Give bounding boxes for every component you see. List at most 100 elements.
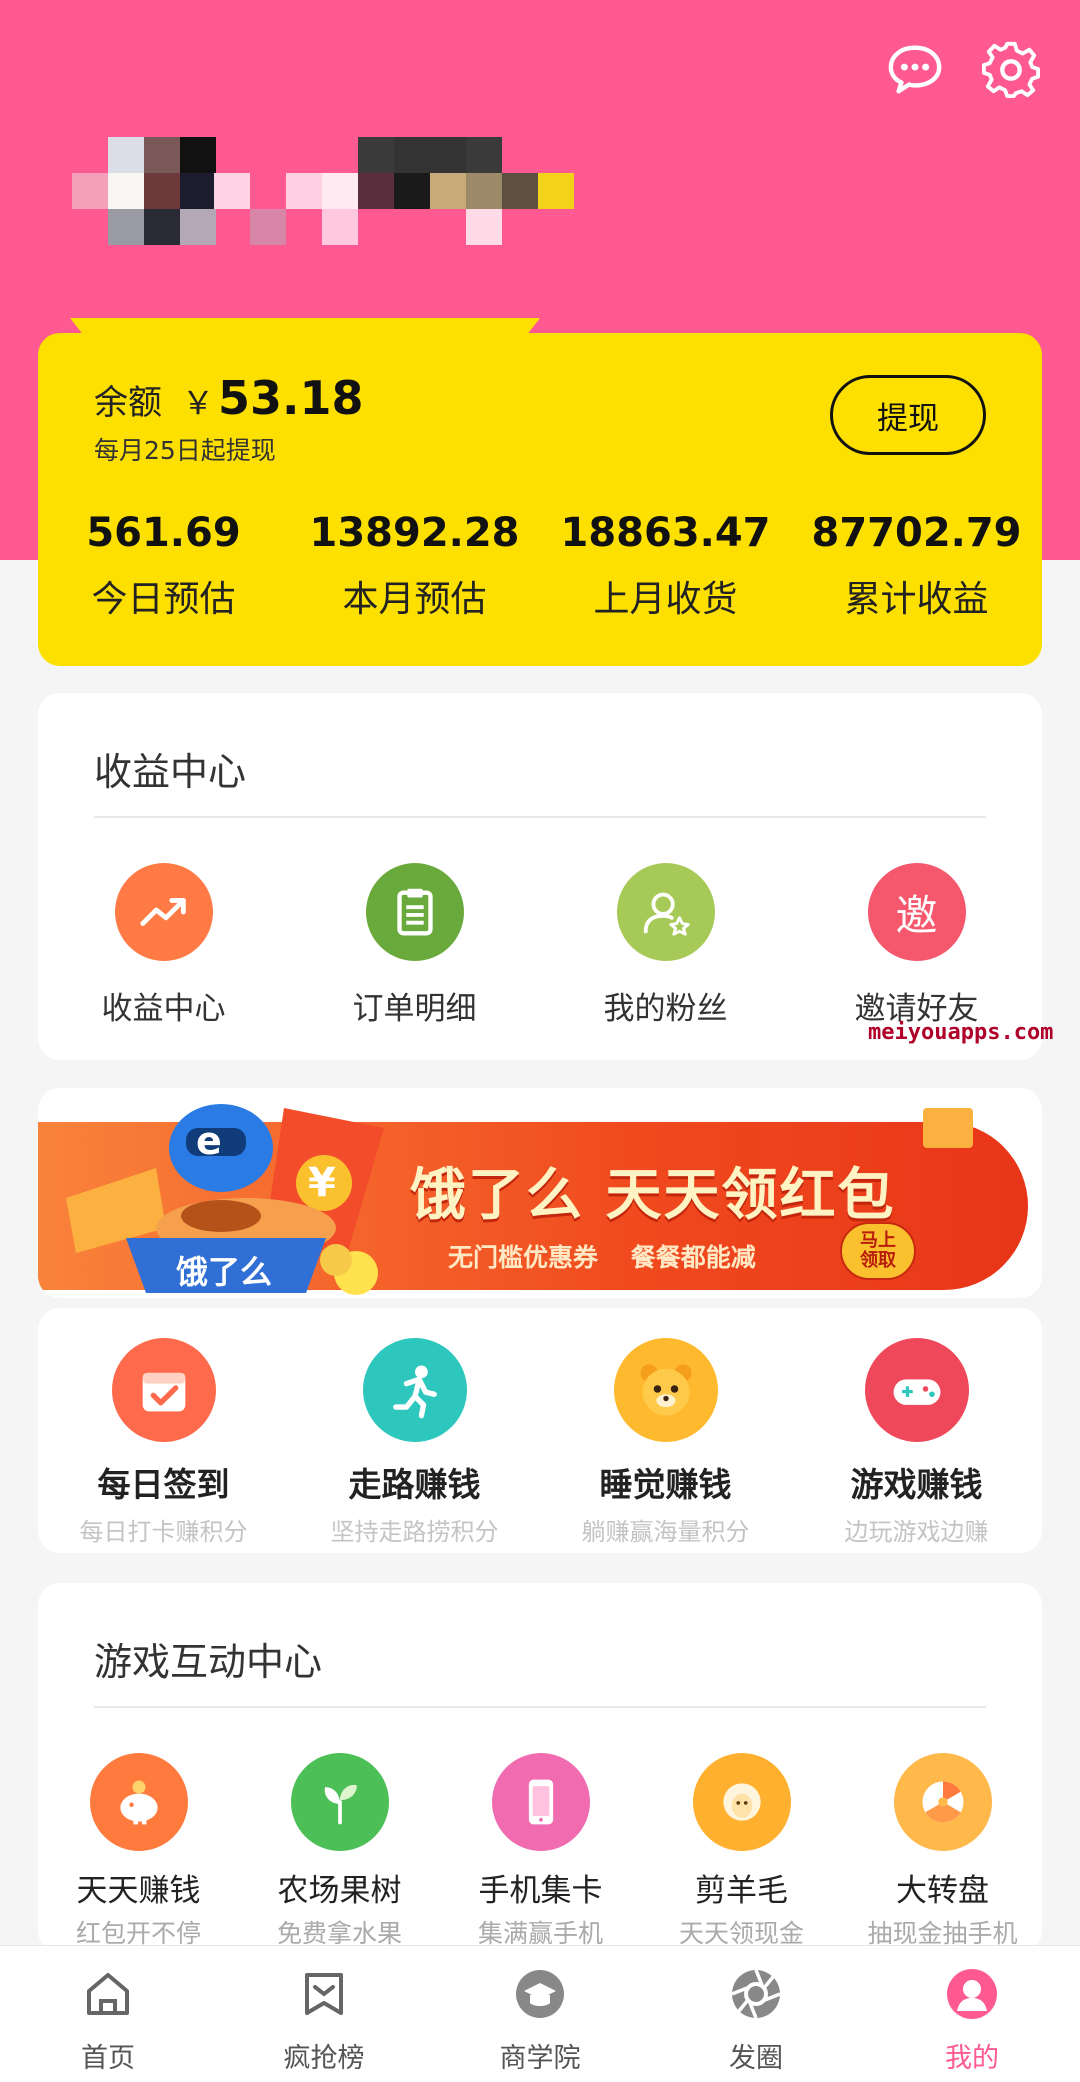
task-title: 走路赚钱 — [348, 1465, 481, 1504]
graduation-cap-icon — [510, 1964, 570, 2024]
promo-banner[interactable]: e 饿了么 ¥ 饿了么 天天领红包 无门槛优惠券 餐餐都能减 马上 领取 — [38, 1088, 1042, 1298]
farm-tree-game[interactable]: 农场果树 免费拿水果 — [239, 1753, 440, 1950]
trend-up-icon — [114, 863, 213, 961]
tab-label: 商学院 — [499, 2043, 581, 2074]
game-title: 天天赚钱 — [76, 1873, 201, 1909]
shear-sheep-game[interactable]: 剪羊毛 天天领现金 — [641, 1753, 842, 1950]
stat-this-month[interactable]: 13892.28 本月预估 — [289, 510, 540, 622]
sleep-earn-task[interactable]: 睡觉赚钱 躺赚赢海量积分 — [540, 1338, 791, 1547]
task-subtitle: 坚持走路捞积分 — [330, 1518, 499, 1546]
withdraw-button[interactable]: 提现 — [830, 375, 986, 455]
red-envelope-icon — [923, 1108, 973, 1148]
game-center-card: 游戏互动中心 天天赚钱 红包开不停 农场果树 免费拿水果 手机集卡 集满赢手机 … — [38, 1583, 1042, 1953]
section-title: 游戏互动中心 — [94, 1640, 323, 1684]
gamepad-icon — [864, 1338, 969, 1442]
currency-symbol: ￥ — [182, 384, 215, 422]
phone-card-game[interactable]: 手机集卡 集满赢手机 — [440, 1753, 641, 1950]
stat-label: 本月预估 — [342, 579, 487, 620]
game-title: 手机集卡 — [478, 1873, 603, 1909]
sheep-icon — [692, 1753, 791, 1851]
balance-label: 余额 — [94, 383, 162, 423]
invite-icon: 邀 — [867, 863, 966, 961]
balance-value: 53.18 — [218, 371, 364, 425]
home-icon — [78, 1964, 138, 2024]
walk-earn-task[interactable]: 走路赚钱 坚持走路捞积分 — [289, 1338, 540, 1547]
prize-wheel-game[interactable]: 大转盘 抽现金抽手机 — [842, 1753, 1043, 1950]
running-icon — [362, 1338, 467, 1442]
item-label: 订单明细 — [352, 991, 477, 1027]
task-subtitle: 边玩游戏边赚 — [844, 1518, 989, 1546]
username-censored — [214, 137, 574, 245]
stat-label: 今日预估 — [91, 579, 236, 620]
my-fans-item[interactable]: 我的粉丝 — [540, 863, 791, 1028]
avatar[interactable] — [72, 137, 216, 245]
divider — [94, 816, 986, 818]
game-title: 剪羊毛 — [695, 1873, 788, 1909]
tab-label: 疯抢榜 — [283, 2043, 365, 2074]
camera-aperture-icon — [726, 1964, 786, 2024]
tab-home[interactable]: 首页 — [0, 1946, 216, 2082]
invite-glyph: 邀 — [895, 890, 938, 940]
banner-logo-text: 饿了么 — [176, 1253, 272, 1291]
item-label: 收益中心 — [101, 991, 226, 1027]
earn-tasks-card: 每日签到 每日打卡赚积分 走路赚钱 坚持走路捞积分 睡觉赚钱 躺赚赢海量积分 游… — [38, 1308, 1042, 1553]
tab-academy[interactable]: 商学院 — [432, 1946, 648, 2082]
item-label: 我的粉丝 — [603, 991, 728, 1027]
task-title: 每日签到 — [97, 1465, 230, 1504]
section-title: 收益中心 — [94, 750, 247, 794]
banner-subtitle: 无门槛优惠券 餐餐都能减 — [448, 1243, 756, 1272]
stat-label: 上月收货 — [593, 579, 738, 620]
stat-value: 561.69 — [86, 510, 241, 556]
tab-ranking[interactable]: 疯抢榜 — [216, 1946, 432, 2082]
order-details-item[interactable]: 订单明细 — [289, 863, 540, 1028]
stat-last-month[interactable]: 18863.47 上月收货 — [540, 510, 791, 622]
ranking-flag-icon — [294, 1964, 354, 2024]
calendar-check-icon — [111, 1338, 216, 1442]
tab-profile[interactable]: 我的 — [864, 1946, 1080, 2082]
withdraw-note: 每月25日起提现 — [94, 436, 276, 465]
banner-logo-letter: e — [196, 1119, 222, 1163]
task-subtitle: 躺赚赢海量积分 — [581, 1518, 750, 1546]
tab-moments[interactable]: 发圈 — [648, 1946, 864, 2082]
stat-value: 13892.28 — [309, 510, 520, 556]
user-star-icon — [616, 863, 715, 961]
bottom-tab-bar: 首页 疯抢榜 商学院 发圈 我的 — [0, 1945, 1080, 2082]
stat-value: 87702.79 — [811, 510, 1022, 556]
svg-text:¥: ¥ — [308, 1160, 336, 1206]
sprout-icon — [290, 1753, 389, 1851]
prize-wheel-icon — [893, 1753, 992, 1851]
task-title: 游戏赚钱 — [850, 1465, 983, 1504]
tab-label: 首页 — [81, 2043, 135, 2074]
earnings-stats: 561.69 今日预估 13892.28 本月预估 18863.47 上月收货 … — [38, 510, 1042, 622]
profile-icon — [942, 1964, 1002, 2024]
watermark: meiyouapps.com — [868, 1020, 1054, 1045]
earnings-center-item[interactable]: 收益中心 — [38, 863, 289, 1028]
invite-friends-item[interactable]: 邀 邀请好友 — [791, 863, 1042, 1028]
divider — [94, 1706, 986, 1708]
stat-label: 累计收益 — [844, 579, 989, 620]
clipboard-icon — [365, 863, 464, 961]
game-title: 农场果树 — [277, 1873, 402, 1909]
banner-illustration: e 饿了么 ¥ — [66, 1104, 384, 1295]
task-subtitle: 每日打卡赚积分 — [79, 1518, 248, 1546]
daily-earn-game[interactable]: 天天赚钱 红包开不停 — [38, 1753, 239, 1950]
stat-total[interactable]: 87702.79 累计收益 — [791, 510, 1042, 622]
stat-today[interactable]: 561.69 今日预估 — [38, 510, 289, 622]
claim-now-button[interactable]: 马上 领取 — [840, 1222, 916, 1280]
gear-icon[interactable] — [980, 38, 1042, 100]
daily-checkin-task[interactable]: 每日签到 每日打卡赚积分 — [38, 1338, 289, 1547]
task-title: 睡觉赚钱 — [599, 1465, 732, 1504]
chat-bubble-icon[interactable] — [884, 38, 946, 100]
earnings-center-card: 收益中心 收益中心 订单明细 我的粉丝 邀 邀请好友 — [38, 693, 1042, 1060]
tab-label: 发圈 — [729, 2043, 783, 2074]
claim-line-2: 领取 — [860, 1250, 896, 1271]
game-earn-task[interactable]: 游戏赚钱 边玩游戏边赚 — [791, 1338, 1042, 1547]
phone-card-icon — [491, 1753, 590, 1851]
banner-title: 饿了么 天天领红包 — [410, 1163, 896, 1228]
stat-value: 18863.47 — [560, 510, 771, 556]
game-title: 大转盘 — [896, 1873, 989, 1909]
tab-label: 我的 — [945, 2043, 999, 2074]
balance-card: 余额 ￥ 53.18 每月25日起提现 提现 561.69 今日预估 13892… — [38, 333, 1042, 666]
piggy-bank-icon — [89, 1753, 188, 1851]
claim-line-1: 马上 — [860, 1230, 896, 1252]
